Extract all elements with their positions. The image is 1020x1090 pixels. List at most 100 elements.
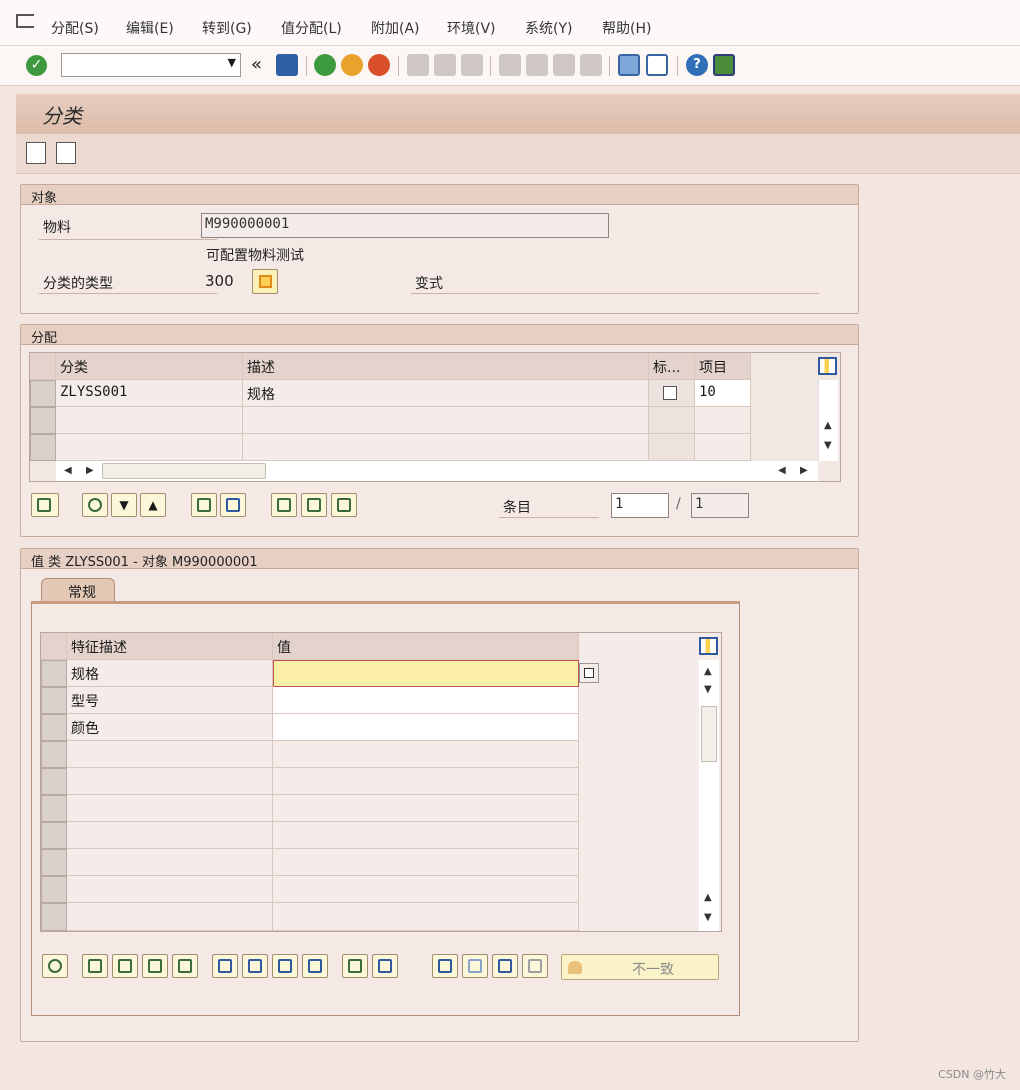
menu-environment[interactable]: 环境(V)	[447, 18, 496, 38]
last-page-icon	[580, 54, 602, 76]
search-class-button[interactable]	[82, 493, 108, 517]
display-details-button[interactable]	[31, 493, 59, 517]
column-header-characteristic[interactable]: 特征描述	[67, 633, 273, 660]
assignment-item-cell[interactable]: 10	[695, 380, 751, 407]
vertical-scrollbar[interactable]: ▲ ▼ ▲ ▼	[699, 660, 719, 931]
new-session-icon[interactable]	[618, 54, 640, 76]
characteristic-table: 特征描述 值 规格 型号 颜色 ▲ ▼ ▲ ▼	[40, 632, 722, 932]
back-icon[interactable]	[314, 54, 336, 76]
layout-menu-icon[interactable]	[713, 54, 735, 76]
row-selector[interactable]	[30, 380, 56, 407]
column-config-icon[interactable]	[699, 637, 718, 655]
assignment-desc-cell: 规格	[243, 380, 649, 407]
help-icon[interactable]: ?	[686, 54, 708, 76]
class-type-value-help-button[interactable]	[252, 269, 278, 294]
select-all-values-button[interactable]	[82, 954, 108, 978]
tab-general[interactable]: 常规	[41, 578, 115, 602]
graphic-button	[522, 954, 548, 978]
characteristic-cell: 颜色	[67, 714, 273, 741]
paste-button[interactable]	[272, 954, 298, 978]
tab-panel: 特征描述 值 规格 型号 颜色 ▲ ▼ ▲ ▼ 不一致	[31, 601, 740, 1016]
column-header-class[interactable]: 分类	[56, 353, 243, 380]
deselect-values-button[interactable]	[112, 954, 138, 978]
column-header-standard[interactable]: 标...	[649, 353, 695, 380]
class-type-value: 300	[205, 272, 234, 290]
row-selector[interactable]	[41, 714, 67, 741]
row-selector[interactable]	[30, 434, 56, 461]
value-cell[interactable]	[273, 714, 579, 741]
entry-separator: /	[676, 496, 681, 512]
watermark: CSDN @竹大	[938, 1068, 1006, 1081]
copy-icon	[584, 668, 594, 678]
filter-icon	[178, 959, 192, 973]
object-section: 对象 物料 M990000001 可配置物料测试 分类的类型 300 变式	[20, 184, 859, 314]
menu-assign[interactable]: 分配(S)	[51, 18, 99, 38]
move-up-button[interactable]: ▲	[140, 493, 166, 517]
values-section: 值 类 ZLYSS001 - 对象 M990000001 常规 特征描述 值 规…	[20, 548, 859, 1042]
title-bar: 分类	[16, 94, 1020, 134]
previous-page-icon	[526, 54, 548, 76]
binoculars-icon	[438, 959, 452, 973]
search-button[interactable]	[42, 954, 68, 978]
save-icon[interactable]	[276, 54, 298, 76]
copy-button[interactable]	[242, 954, 268, 978]
row-selector[interactable]	[41, 687, 67, 714]
material-field[interactable]: M990000001	[201, 213, 609, 238]
delete-value-button[interactable]	[302, 954, 328, 978]
graphic-icon	[528, 959, 542, 973]
command-field[interactable]: ▼	[61, 53, 241, 77]
inconsistent-button[interactable]: 不一致	[561, 954, 719, 980]
menu-value-assign[interactable]: 值分配(L)	[281, 18, 342, 38]
move-down-button[interactable]: ▼	[111, 493, 137, 517]
undo-icon	[468, 959, 482, 973]
horizontal-scrollbar[interactable]: ◀ ▶ ◀ ▶	[56, 461, 818, 481]
column-header-description[interactable]: 描述	[243, 353, 649, 380]
undo-button	[462, 954, 488, 978]
values-section-title: 值 类 ZLYSS001 - 对象 M990000001	[21, 549, 858, 570]
insert-row-button[interactable]	[191, 493, 217, 517]
table-icon	[498, 959, 512, 973]
magnifier-icon	[88, 498, 102, 512]
row-selector[interactable]	[30, 407, 56, 434]
value-help-button[interactable]	[579, 663, 599, 683]
menu-goto[interactable]: 转到(G)	[202, 18, 252, 38]
collapse-icon[interactable]: «	[251, 54, 262, 75]
insert-value-button[interactable]	[342, 954, 368, 978]
filter-button[interactable]	[172, 954, 198, 978]
dropdown-arrow-icon[interactable]: ▼	[228, 56, 236, 69]
entry-label: 条目	[503, 500, 531, 516]
column-config-icon[interactable]	[818, 357, 837, 375]
select-block-button[interactable]	[331, 493, 357, 517]
exit-icon[interactable]	[341, 54, 363, 76]
menu-system[interactable]: 系统(Y)	[525, 18, 572, 38]
info-button[interactable]	[372, 954, 398, 978]
menu-edit[interactable]: 编辑(E)	[126, 18, 174, 38]
value-cell[interactable]	[273, 687, 579, 714]
characteristic-cell: 型号	[67, 687, 273, 714]
previous-object-icon[interactable]	[26, 142, 46, 164]
find-button[interactable]	[432, 954, 458, 978]
next-object-icon[interactable]	[56, 142, 76, 164]
menu-help[interactable]: 帮助(H)	[602, 18, 651, 38]
assignment-class-cell[interactable]: ZLYSS001	[56, 380, 243, 407]
value-cell[interactable]	[273, 660, 579, 687]
row-selector[interactable]	[41, 660, 67, 687]
menu-icon[interactable]	[16, 14, 34, 28]
delete-row-button[interactable]	[220, 493, 246, 517]
cut-button[interactable]	[212, 954, 238, 978]
deselect-all-button[interactable]	[301, 493, 327, 517]
material-label: 物料	[43, 220, 71, 236]
sort-ascending-button[interactable]	[142, 954, 168, 978]
column-header-value[interactable]: 值	[273, 633, 579, 660]
cancel-icon[interactable]	[368, 54, 390, 76]
enter-icon[interactable]: ✓	[26, 55, 47, 76]
vertical-scrollbar[interactable]: ▲ ▼	[818, 380, 838, 461]
shortcut-icon[interactable]	[646, 54, 668, 76]
clipboard-icon	[259, 275, 272, 288]
table-view-button[interactable]	[492, 954, 518, 978]
column-header-item[interactable]: 项目	[695, 353, 751, 380]
select-all-button[interactable]	[271, 493, 297, 517]
menu-extras[interactable]: 附加(A)	[371, 18, 420, 38]
entry-field[interactable]: 1	[611, 493, 669, 518]
standard-class-checkbox[interactable]	[663, 386, 677, 400]
